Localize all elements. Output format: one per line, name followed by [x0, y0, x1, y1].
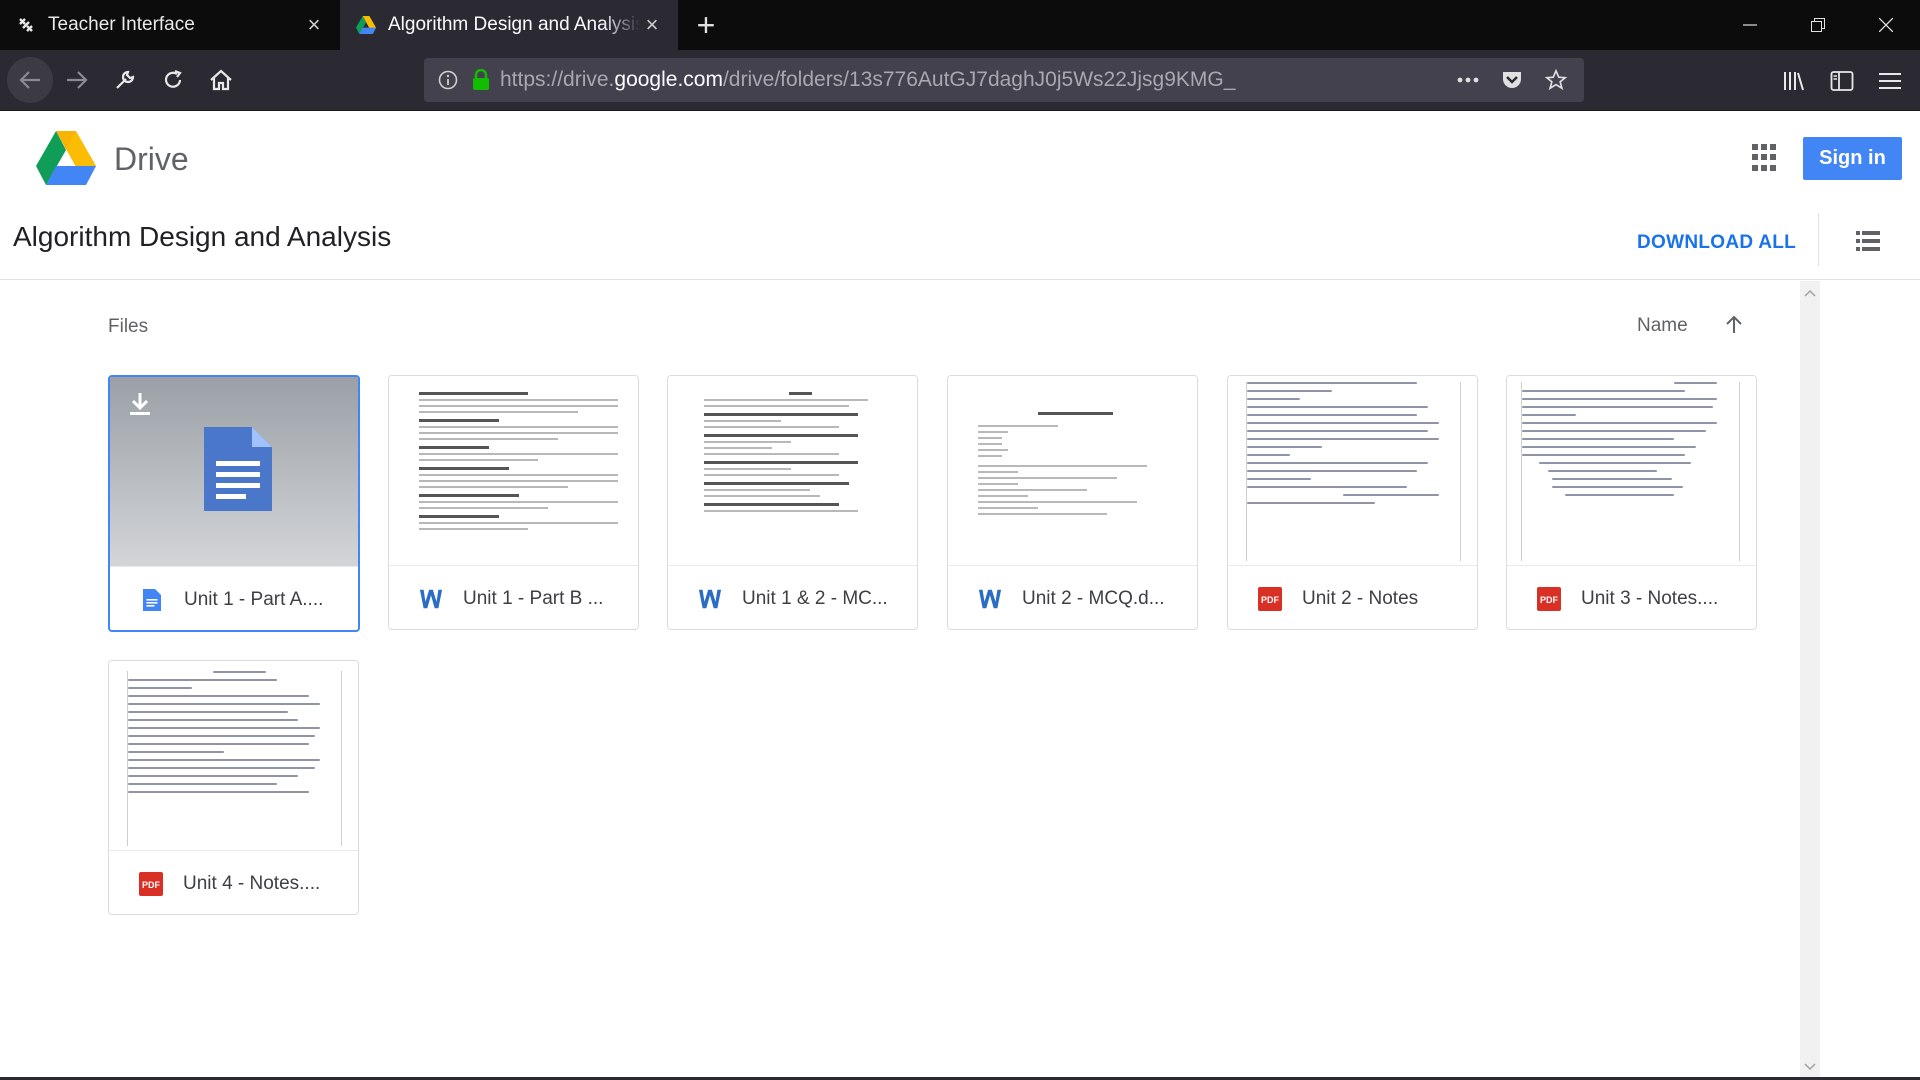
google-drive-icon: [356, 15, 376, 35]
download-all-button[interactable]: DOWNLOAD ALL: [1637, 232, 1796, 254]
browser-tab-bar: Teacher Interface × Algorithm Design and…: [0, 0, 1920, 50]
scroll-down-icon[interactable]: [1804, 1061, 1816, 1073]
more-actions-icon[interactable]: [1448, 60, 1488, 100]
url-domain: google.com: [614, 68, 723, 91]
file-name: Unit 3 - Notes....: [1581, 587, 1719, 609]
reload-icon[interactable]: [149, 58, 197, 102]
url-text[interactable]: https://drive.google.com/drive/folders/1…: [500, 68, 1448, 92]
file-name: Unit 4 - Notes....: [183, 872, 321, 894]
new-tab-button[interactable]: +: [678, 0, 734, 50]
file-card-footer: Unit 2 - MCQ.d...: [948, 565, 1197, 629]
pdf-icon: PDF: [1537, 586, 1561, 611]
list-view-icon[interactable]: [1856, 231, 1880, 251]
minimize-icon[interactable]: [1716, 0, 1784, 50]
divider: [1818, 213, 1819, 266]
home-icon[interactable]: [197, 58, 245, 102]
file-name: Unit 2 - MCQ.d...: [1022, 587, 1165, 609]
close-icon[interactable]: ×: [640, 12, 664, 37]
close-window-icon[interactable]: [1852, 0, 1920, 50]
files-section-label: Files: [108, 316, 149, 337]
tab-algorithm-design[interactable]: Algorithm Design and Analysis ×: [340, 0, 678, 50]
file-card[interactable]: Unit 1 & 2 - MC...: [667, 375, 918, 630]
file-thumbnail: [389, 376, 638, 565]
file-card-footer: Unit 1 & 2 - MC...: [668, 565, 917, 629]
url-prefix: https://drive.: [500, 68, 615, 91]
file-name: Unit 2 - Notes: [1302, 587, 1419, 609]
sign-in-button[interactable]: Sign in: [1803, 137, 1902, 180]
file-card[interactable]: Unit 1 - Part B ...: [388, 375, 639, 630]
files-area: Files Name Unit 1 - Part A.... Unit 1 - …: [0, 281, 1800, 1080]
file-card-footer: PDF Unit 4 - Notes....: [109, 850, 358, 914]
scroll-up-icon[interactable]: [1804, 287, 1816, 299]
url-path: /drive/folders/13s776AutGJ7daghJ0j5Ws22J…: [722, 68, 1236, 91]
bookmark-star-icon[interactable]: [1536, 60, 1576, 100]
forward-arrow-icon[interactable]: [53, 58, 101, 102]
pdf-icon: PDF: [1258, 586, 1282, 611]
file-thumbnail: [109, 661, 358, 850]
file-card[interactable]: PDF Unit 4 - Notes....: [108, 660, 359, 915]
folder-bar: Algorithm Design and Analysis DOWNLOAD A…: [0, 209, 1920, 280]
tab-title: Algorithm Design and Analysis: [388, 14, 640, 35]
wrench-icon[interactable]: [101, 58, 149, 102]
file-name: Unit 1 & 2 - MC...: [742, 587, 888, 609]
file-thumbnail: [948, 376, 1197, 565]
file-thumbnail: [1228, 376, 1477, 565]
google-drive-logo[interactable]: [36, 131, 96, 185]
app-name[interactable]: Drive: [114, 141, 189, 178]
back-arrow-icon[interactable]: [7, 57, 53, 103]
restore-icon[interactable]: [1784, 0, 1852, 50]
google-docs-icon: [140, 588, 164, 612]
close-icon[interactable]: ×: [302, 12, 326, 37]
svg-text:PDF: PDF: [1261, 595, 1280, 605]
arrow-up-icon[interactable]: [1722, 313, 1746, 337]
word-icon: [698, 587, 722, 611]
window-controls: [1716, 0, 1920, 50]
info-icon[interactable]: [424, 70, 472, 90]
download-icon[interactable]: [128, 391, 152, 422]
teacher-icon: [16, 15, 36, 35]
menu-icon[interactable]: [1866, 59, 1914, 103]
apps-grid-icon[interactable]: [1752, 144, 1780, 172]
file-card-footer: PDF Unit 2 - Notes: [1228, 565, 1477, 629]
file-card[interactable]: Unit 1 - Part A....: [108, 375, 360, 632]
page-title: Algorithm Design and Analysis: [13, 221, 392, 252]
drive-header: Drive Sign in: [0, 111, 1920, 209]
file-card[interactable]: PDF Unit 3 - Notes....: [1506, 375, 1757, 630]
browser-nav-bar: https://drive.google.com/drive/folders/1…: [0, 50, 1920, 111]
file-card-footer: Unit 1 - Part A....: [110, 566, 358, 630]
sort-by-name[interactable]: Name: [1637, 315, 1688, 337]
library-icon[interactable]: [1770, 59, 1818, 103]
svg-text:PDF: PDF: [142, 880, 161, 890]
file-thumbnail: [668, 376, 917, 565]
google-docs-large-icon: [204, 427, 272, 516]
tab-teacher-interface[interactable]: Teacher Interface ×: [0, 0, 340, 50]
file-name: Unit 1 - Part A....: [184, 588, 324, 610]
file-card[interactable]: PDF Unit 2 - Notes: [1227, 375, 1478, 630]
word-icon: [978, 587, 1002, 611]
file-thumbnail: [110, 377, 358, 566]
file-card[interactable]: Unit 2 - MCQ.d...: [947, 375, 1198, 630]
word-icon: [419, 587, 443, 611]
sidebar-icon[interactable]: [1818, 59, 1866, 103]
url-bar[interactable]: https://drive.google.com/drive/folders/1…: [424, 58, 1584, 102]
vertical-scrollbar[interactable]: [1800, 281, 1820, 1080]
pdf-icon: PDF: [139, 871, 163, 896]
tab-title: Teacher Interface: [48, 14, 195, 35]
pocket-icon[interactable]: [1492, 60, 1532, 100]
file-card-footer: PDF Unit 3 - Notes....: [1507, 565, 1756, 629]
file-name: Unit 1 - Part B ...: [463, 587, 604, 609]
lock-icon[interactable]: [472, 69, 500, 91]
file-thumbnail: [1507, 376, 1756, 565]
svg-text:PDF: PDF: [1540, 595, 1559, 605]
file-card-footer: Unit 1 - Part B ...: [389, 565, 638, 629]
